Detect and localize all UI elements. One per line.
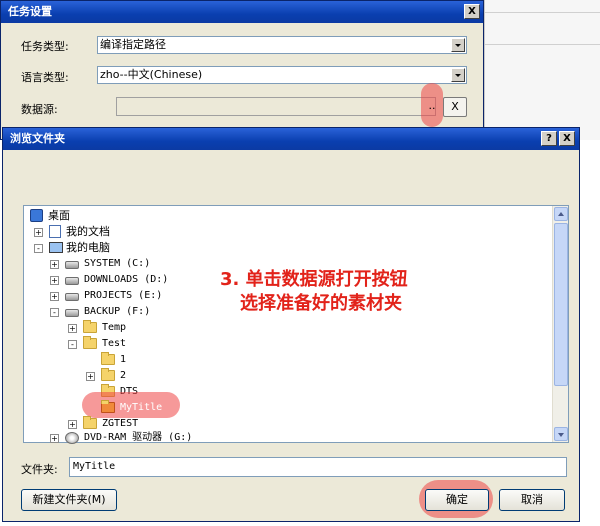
- collapse-icon[interactable]: -: [50, 308, 59, 317]
- folder-name-input[interactable]: MyTitle: [69, 457, 567, 477]
- browse-dialog-titlebar: 浏览文件夹 ? X: [3, 128, 579, 150]
- scroll-up-icon[interactable]: [554, 207, 568, 221]
- my-documents-icon: [49, 225, 61, 238]
- folder-icon: [101, 400, 115, 413]
- tree-item-label: DOWNLOADS (D:): [84, 274, 169, 285]
- expand-icon[interactable]: +: [50, 434, 59, 443]
- tree-item-label: MyTitle: [120, 402, 163, 413]
- tree-item-label: PROJECTS (E:): [84, 290, 163, 301]
- tree-item-temp[interactable]: + Temp: [28, 320, 528, 336]
- collapse-icon[interactable]: -: [68, 340, 77, 349]
- language-label: 语言类型:: [21, 71, 69, 84]
- folder-tree[interactable]: 桌面 + 我的文档 - 我的电脑 + SYSTEM (C:) + DOWNLOA…: [23, 205, 569, 446]
- expand-icon[interactable]: +: [50, 276, 59, 285]
- data-source-clear-button[interactable]: X: [443, 97, 467, 117]
- tree-item-my-computer[interactable]: - 我的电脑: [28, 240, 528, 256]
- chevron-down-icon[interactable]: [451, 38, 465, 52]
- tree-item-label: 我的电脑: [66, 241, 110, 254]
- browse-dialog-title: 浏览文件夹: [10, 132, 65, 145]
- expand-icon[interactable]: +: [68, 324, 77, 333]
- drive-icon: [65, 277, 79, 285]
- task-settings-window: 任务设置 X 任务类型: 编译指定路径 语言类型: zho--中文(Chines…: [0, 0, 484, 140]
- language-value: zho--中文(Chinese): [100, 68, 203, 81]
- help-button[interactable]: ?: [541, 131, 557, 146]
- expand-icon[interactable]: +: [50, 292, 59, 301]
- tree-item-desktop[interactable]: 桌面: [28, 208, 528, 224]
- drive-icon: [65, 309, 79, 317]
- scroll-down-icon[interactable]: [554, 427, 568, 441]
- expand-icon[interactable]: +: [68, 420, 77, 429]
- scroll-thumb[interactable]: [554, 223, 568, 386]
- tree-item-label: Test: [102, 338, 127, 349]
- expand-icon[interactable]: +: [50, 260, 59, 269]
- browse-folder-dialog: 浏览文件夹 ? X 桌面 + 我的文档 - 我的电脑 + SYSTEM (C:): [2, 127, 580, 522]
- language-select[interactable]: zho--中文(Chinese): [97, 66, 467, 84]
- folder-icon: [101, 352, 115, 365]
- browse-dialog-close-button[interactable]: X: [559, 131, 575, 146]
- tree-item-test[interactable]: - Test: [28, 336, 528, 352]
- tree-item-label: DVD-RAM 驱动器 (G:): [84, 432, 193, 443]
- tree-item-my-documents[interactable]: + 我的文档: [28, 224, 528, 240]
- expand-icon[interactable]: +: [86, 372, 95, 381]
- task-type-value: 编译指定路径: [100, 38, 166, 51]
- tree-scrollbar[interactable]: [552, 206, 568, 442]
- data-source-label: 数据源:: [21, 103, 58, 116]
- tree-item-label: BACKUP (F:): [84, 306, 151, 317]
- task-type-select[interactable]: 编译指定路径: [97, 36, 467, 54]
- my-computer-icon: [49, 242, 63, 253]
- task-settings-close-button[interactable]: X: [464, 4, 480, 19]
- folder-open-icon: [83, 336, 97, 349]
- new-folder-button[interactable]: 新建文件夹(M): [21, 489, 117, 511]
- backdrop-line: [485, 12, 600, 13]
- background-window: [484, 0, 600, 140]
- tree-item-label: Temp: [102, 322, 127, 333]
- expand-icon[interactable]: +: [34, 228, 43, 237]
- backdrop-line: [485, 44, 600, 45]
- cancel-button[interactable]: 取消: [499, 489, 565, 511]
- tree-item-label: 1: [120, 354, 127, 365]
- chevron-down-icon[interactable]: [451, 68, 465, 82]
- collapse-icon[interactable]: -: [34, 244, 43, 253]
- tree-item-folder-2[interactable]: + 2: [28, 368, 528, 384]
- tree-item-label: 桌面: [48, 209, 70, 222]
- instruction-annotation-line2: 选择准备好的素材夹: [240, 293, 402, 314]
- tree-item-label: 我的文档: [66, 225, 110, 238]
- ok-button[interactable]: 确定: [425, 489, 489, 511]
- instruction-annotation-line1: 3. 单击数据源打开按钮: [220, 269, 408, 290]
- tree-item-folder-1[interactable]: 1: [28, 352, 528, 368]
- tree-item-label: SYSTEM (C:): [84, 258, 151, 269]
- drive-icon: [65, 261, 79, 269]
- dvd-drive-icon: [65, 432, 79, 444]
- data-source-browse-button[interactable]: ..: [424, 97, 440, 117]
- tree-item-label: 2: [120, 370, 127, 381]
- task-settings-titlebar: 任务设置 X: [1, 1, 483, 23]
- task-type-label: 任务类型:: [21, 40, 69, 53]
- task-settings-title: 任务设置: [8, 5, 52, 18]
- folder-icon: [83, 320, 97, 333]
- folder-label: 文件夹:: [21, 463, 58, 476]
- tree-item-drive-g[interactable]: + DVD-RAM 驱动器 (G:): [28, 430, 528, 446]
- drive-icon: [65, 293, 79, 301]
- folder-icon: [83, 416, 97, 429]
- tree-item-mytitle[interactable]: MyTitle: [28, 400, 528, 416]
- desktop-icon: [30, 209, 43, 222]
- folder-icon: [101, 368, 115, 381]
- data-source-field: [116, 97, 436, 116]
